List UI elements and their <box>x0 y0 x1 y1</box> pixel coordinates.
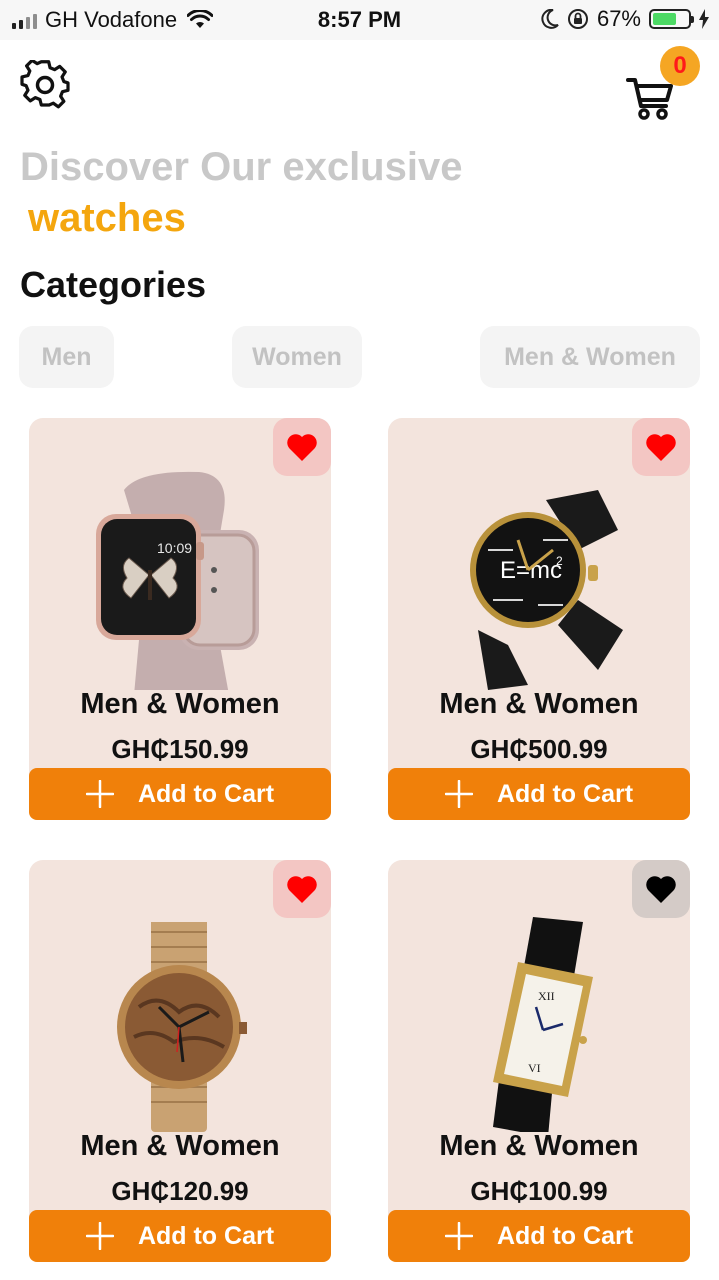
headline-line1: Discover Our exclusive <box>20 145 463 189</box>
product-name: Men & Women <box>439 1130 639 1162</box>
heart-icon <box>646 876 676 903</box>
plus-icon <box>444 1222 473 1250</box>
moon-icon <box>541 9 559 29</box>
charging-icon <box>699 9 709 29</box>
plus-icon <box>85 1222 114 1250</box>
svg-text:VI: VI <box>528 1061 541 1075</box>
category-chip-men-women[interactable]: Men & Women <box>480 326 700 388</box>
battery-percent: 67% <box>596 6 641 31</box>
add-to-cart-button[interactable]: Add to Cart <box>388 768 690 820</box>
product-price: GH₵100.99 <box>470 1176 608 1206</box>
svg-text:2: 2 <box>556 554 563 568</box>
product-name: Men & Women <box>80 688 280 720</box>
product-name: Men & Women <box>80 1130 280 1162</box>
plus-icon <box>444 780 473 808</box>
status-right: 67% <box>541 6 709 32</box>
product-price: GH₵120.99 <box>111 1176 249 1206</box>
add-to-cart-label: Add to Cart <box>137 779 275 808</box>
battery-icon <box>649 9 694 29</box>
add-to-cart-button[interactable]: Add to Cart <box>388 1210 690 1262</box>
favorite-button[interactable] <box>632 418 690 476</box>
watch-image: E=mc 2 <box>470 490 623 690</box>
svg-text:E=mc: E=mc <box>500 557 562 584</box>
add-to-cart-button[interactable]: Add to Cart <box>29 768 331 820</box>
product-price: GH₵150.99 <box>111 734 249 764</box>
heart-icon <box>287 434 317 461</box>
add-to-cart-label: Add to Cart <box>496 779 634 808</box>
watch-image: XII VI <box>493 917 593 1132</box>
heart-icon <box>287 876 317 903</box>
watch-image <box>117 922 247 1132</box>
add-to-cart-button[interactable]: Add to Cart <box>29 1210 331 1262</box>
svg-text:XII: XII <box>538 989 555 1003</box>
cart-count-badge: 0 <box>660 46 700 86</box>
category-chip-women[interactable]: Women <box>232 326 362 388</box>
settings-button[interactable] <box>20 58 70 110</box>
product-card[interactable]: XII VI Men & Women GH₵100.99 <box>388 860 690 1240</box>
watch-image: 10:09 <box>96 471 259 690</box>
category-chip-men[interactable]: Men <box>19 326 114 388</box>
add-to-cart-label: Add to Cart <box>137 1221 275 1250</box>
gear-icon <box>20 58 70 109</box>
favorite-button[interactable] <box>632 860 690 918</box>
favorite-button[interactable] <box>273 418 331 476</box>
product-card[interactable]: Men & Women GH₵120.99 <box>29 860 331 1240</box>
status-bar: GH Vodafone 8:57 PM 67% <box>0 0 719 40</box>
product-price: GH₵500.99 <box>470 734 608 764</box>
add-to-cart-label: Add to Cart <box>496 1221 634 1250</box>
battery-level <box>653 13 676 25</box>
plus-icon <box>85 780 114 808</box>
product-card[interactable]: E=mc 2 Men & Women GH₵500.99 <box>388 418 690 798</box>
product-name: Men & Women <box>439 688 639 720</box>
heart-icon <box>646 434 676 461</box>
headline-line2: watches <box>28 196 186 240</box>
product-card[interactable]: 10:09 Men & Women GH₵150.99 <box>29 418 331 798</box>
favorite-button[interactable] <box>273 860 331 918</box>
categories-title: Categories <box>20 264 207 305</box>
watch-face-time: 10:09 <box>157 540 192 556</box>
rotation-lock-icon <box>567 9 588 29</box>
